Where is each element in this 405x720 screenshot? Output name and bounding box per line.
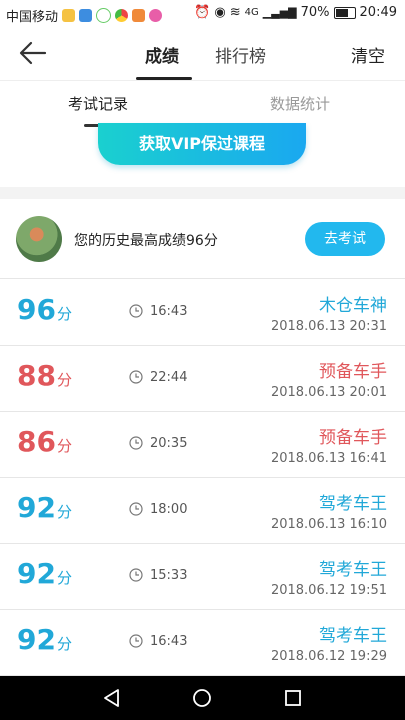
score-unit: 分 xyxy=(56,635,72,653)
assistant-app-icon xyxy=(132,9,146,22)
score-value: 96 xyxy=(17,293,56,326)
record-row[interactable]: 92分 16:43 驾考车王 2018.06.12 19:29 xyxy=(0,609,405,676)
record-duration: 18:00 xyxy=(150,502,188,517)
carrier-name: 中国移动 xyxy=(6,10,59,25)
record-score: 86分 xyxy=(17,425,72,458)
battery-icon xyxy=(333,6,356,19)
score-value: 86 xyxy=(17,425,56,458)
battery-percent: 70% xyxy=(300,5,330,20)
record-rank: 驾考车王 xyxy=(319,494,387,514)
wechat-app-icon xyxy=(96,8,112,23)
clock-icon xyxy=(129,370,143,384)
record-rank: 木仓车神 xyxy=(319,296,387,316)
avatar[interactable] xyxy=(16,216,62,262)
clock-icon xyxy=(129,568,143,582)
record-rank: 预备车手 xyxy=(319,428,387,448)
eye-icon: ◉ xyxy=(214,5,226,20)
back-arrow-icon[interactable] xyxy=(18,40,48,66)
record-duration: 15:33 xyxy=(150,568,188,583)
score-unit: 分 xyxy=(56,371,72,389)
subtab-statistics[interactable]: 数据统计 xyxy=(270,93,330,114)
record-datetime: 2018.06.12 19:29 xyxy=(270,649,387,664)
score-value: 92 xyxy=(17,491,56,524)
record-score: 96分 xyxy=(17,293,72,326)
record-datetime: 2018.06.12 19:51 xyxy=(270,583,387,598)
store-app-icon xyxy=(79,9,93,22)
chrome-app-icon xyxy=(115,9,129,22)
record-score: 92分 xyxy=(17,557,72,590)
vip-course-button[interactable]: 获取VIP保过课程 xyxy=(98,123,306,165)
tab-active-indicator xyxy=(136,77,192,80)
clock-time: 20:49 xyxy=(359,5,397,20)
record-datetime: 2018.06.13 20:31 xyxy=(270,319,387,334)
signal-icon: 4G xyxy=(244,7,259,18)
clear-button[interactable]: 清空 xyxy=(351,42,385,67)
subtab-exam-records[interactable]: 考试记录 xyxy=(68,93,128,114)
record-datetime: 2018.06.13 20:01 xyxy=(270,385,387,400)
clock-icon xyxy=(129,436,143,450)
score-unit: 分 xyxy=(56,305,72,323)
record-score: 92分 xyxy=(17,623,72,656)
clock-icon xyxy=(129,634,143,648)
nav-recents-icon[interactable] xyxy=(283,688,303,708)
record-row[interactable]: 88分 22:44 预备车手 2018.06.13 20:01 xyxy=(0,345,405,412)
nav-home-icon[interactable] xyxy=(192,688,212,708)
top-nav: 成绩 排行榜 清空 xyxy=(0,28,405,81)
record-datetime: 2018.06.13 16:10 xyxy=(270,517,387,532)
score-value: 92 xyxy=(17,557,56,590)
wifi-icon: ≋ xyxy=(229,5,241,20)
section-divider xyxy=(0,187,405,199)
tab-scores[interactable]: 成绩 xyxy=(145,42,179,67)
record-duration: 16:43 xyxy=(150,634,188,649)
record-score: 92分 xyxy=(17,491,72,524)
best-score-row: 您的历史最高成绩96分 去考试 xyxy=(0,199,405,279)
status-bar: 中国移动 ⏰ ◉ ≋ 4G ▁▃▅▇ 70% 20:49 xyxy=(0,0,405,28)
record-row[interactable]: 96分 16:43 木仓车神 2018.06.13 20:31 xyxy=(0,279,405,346)
record-duration: 22:44 xyxy=(150,370,188,385)
score-unit: 分 xyxy=(56,437,72,455)
record-datetime: 2018.06.13 16:41 xyxy=(270,451,387,466)
clock-icon xyxy=(129,304,143,318)
record-rank: 驾考车王 xyxy=(319,626,387,646)
record-row[interactable]: 92分 15:33 驾考车王 2018.06.12 19:51 xyxy=(0,543,405,610)
record-duration: 20:35 xyxy=(150,436,188,451)
record-rank: 预备车手 xyxy=(319,362,387,382)
clock-icon xyxy=(129,502,143,516)
record-score: 88分 xyxy=(17,359,72,392)
tab-leaderboard[interactable]: 排行榜 xyxy=(215,42,266,67)
alarm-icon: ⏰ xyxy=(194,5,211,20)
record-rank: 驾考车王 xyxy=(319,560,387,580)
best-score-text: 您的历史最高成绩96分 xyxy=(74,233,218,249)
game-app-icon xyxy=(149,9,163,22)
record-row[interactable]: 92分 18:00 驾考车王 2018.06.13 16:10 xyxy=(0,477,405,544)
score-value: 88 xyxy=(17,359,56,392)
cell-bars-icon: ▁▃▅▇ xyxy=(262,6,297,19)
record-duration: 16:43 xyxy=(150,304,188,319)
score-unit: 分 xyxy=(56,569,72,587)
nav-back-icon[interactable] xyxy=(102,688,122,708)
take-exam-button[interactable]: 去考试 xyxy=(305,222,385,256)
sub-tabs: 考试记录 数据统计 xyxy=(0,81,405,127)
score-unit: 分 xyxy=(56,503,72,521)
system-nav-bar xyxy=(0,676,405,720)
record-row[interactable]: 86分 20:35 预备车手 2018.06.13 16:41 xyxy=(0,411,405,478)
score-value: 92 xyxy=(17,623,56,656)
mail-app-icon xyxy=(62,9,76,22)
